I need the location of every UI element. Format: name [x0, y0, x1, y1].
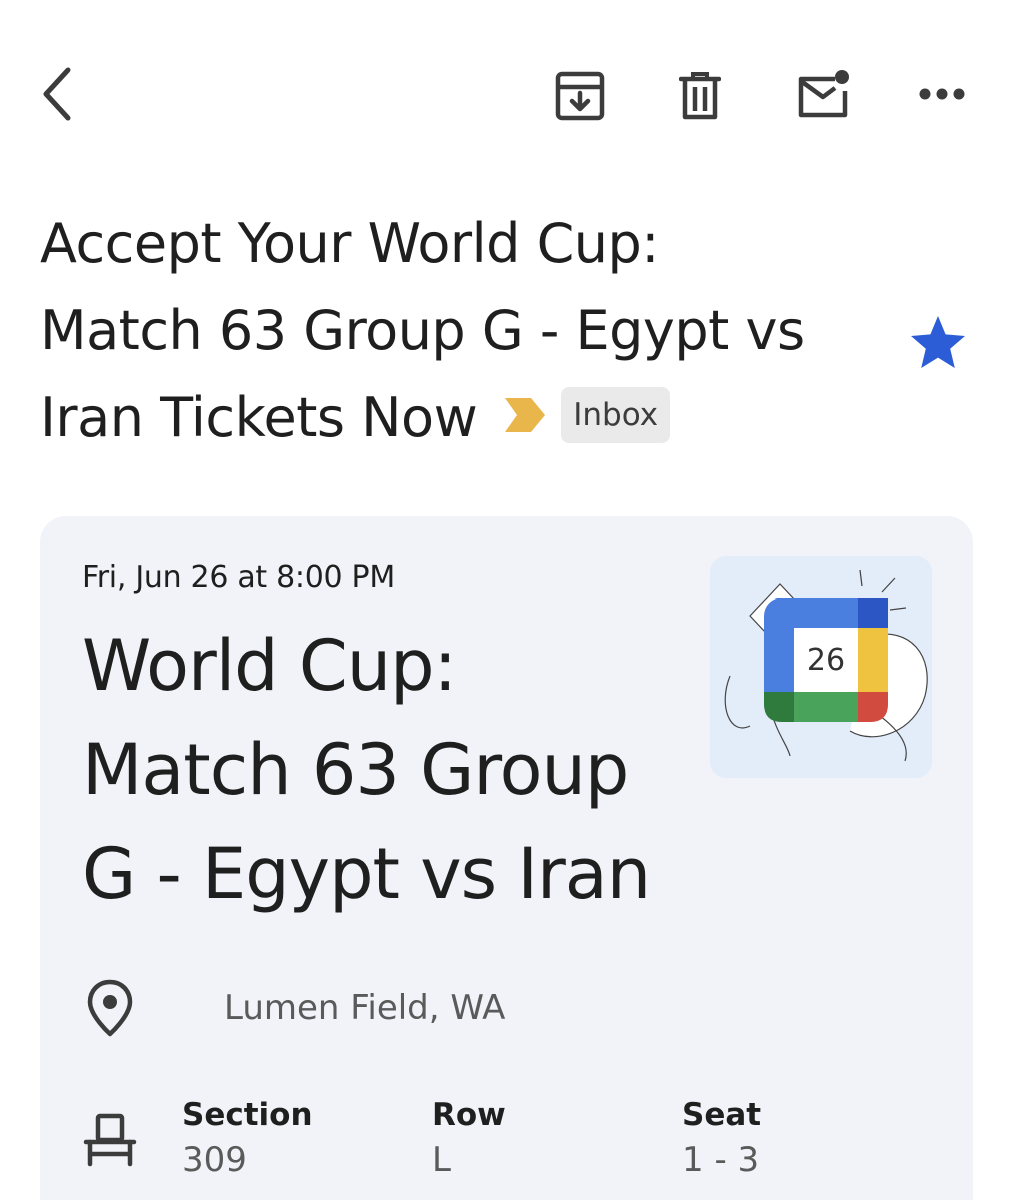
subject-line-last: Iran Tickets Now Inbox — [40, 374, 910, 465]
trash-icon — [679, 72, 721, 120]
more-icon — [919, 88, 965, 100]
star-icon — [911, 316, 965, 368]
inbox-label-chip[interactable]: Inbox — [561, 387, 671, 444]
event-date: Fri, Jun 26 at 8:00 PM — [82, 560, 395, 595]
seat-icon — [83, 1113, 137, 1167]
delete-button[interactable] — [672, 66, 728, 126]
subject-area: Accept Your World Cup: Match 63 Group G … — [40, 200, 910, 465]
mark-unread-icon — [798, 70, 849, 118]
archive-icon — [555, 71, 605, 121]
event-title-line: Match 63 Group — [82, 729, 629, 811]
row-label: Row — [432, 1097, 506, 1133]
subject-line-text: Iran Tickets Now — [40, 386, 478, 449]
importance-marker[interactable] — [503, 372, 547, 459]
more-options-button[interactable] — [912, 66, 972, 122]
location-row[interactable]: Lumen Field, WA — [82, 978, 505, 1038]
calendar-illustration: 26 — [710, 556, 932, 778]
seat-value: 1 - 3 — [682, 1140, 760, 1180]
importance-icon — [505, 397, 546, 432]
star-button[interactable] — [908, 312, 968, 372]
location-pin-icon — [87, 979, 133, 1037]
event-title-line: World Cup: — [82, 625, 457, 707]
archive-button[interactable] — [550, 66, 610, 126]
section-value: 309 — [182, 1140, 247, 1180]
calendar-day-text: 26 — [807, 643, 845, 678]
back-button[interactable] — [30, 62, 86, 126]
email-subject: Accept Your World Cup: Match 63 Group G … — [40, 200, 910, 465]
event-card[interactable]: Fri, Jun 26 at 8:00 PM World Cup: Match … — [40, 516, 973, 1200]
mark-unread-button[interactable] — [792, 64, 854, 126]
subject-line: Match 63 Group G - Egypt vs — [40, 299, 805, 362]
seat-label: Seat — [682, 1097, 762, 1133]
section-info: Section 309 — [182, 1094, 313, 1184]
back-icon — [43, 67, 71, 121]
event-title: World Cup: Match 63 Group G - Egypt vs I… — [82, 614, 702, 926]
email-view: Accept Your World Cup: Match 63 Group G … — [0, 0, 1013, 1200]
calendar-icon: 26 — [724, 569, 928, 762]
location-text: Lumen Field, WA — [224, 988, 506, 1028]
event-title-line: G - Egypt vs Iran — [82, 833, 651, 915]
seat-info: Seat 1 - 3 — [682, 1094, 761, 1184]
row-value: L — [432, 1140, 451, 1180]
toolbar — [0, 56, 1013, 136]
row-info: Row L — [432, 1094, 506, 1184]
subject-line: Accept Your World Cup: — [40, 212, 659, 275]
section-label: Section — [182, 1097, 313, 1133]
